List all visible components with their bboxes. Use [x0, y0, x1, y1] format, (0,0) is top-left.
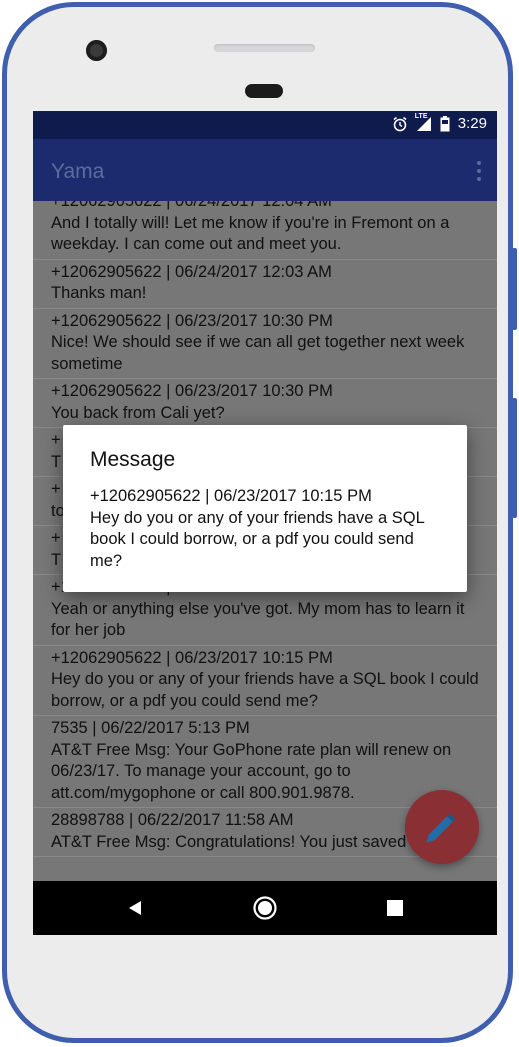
- navigation-bar: [33, 881, 497, 935]
- recents-button[interactable]: [381, 894, 409, 922]
- dialog-header: +12062905622 | 06/23/2017 10:15 PM: [90, 487, 372, 505]
- power-button: [512, 248, 517, 330]
- front-camera: [86, 40, 107, 61]
- message-dialog: Message +12062905622 | 06/23/2017 10:15 …: [63, 425, 467, 592]
- home-icon: [253, 896, 277, 920]
- back-icon: [129, 901, 141, 915]
- phone-frame: LTE 3:29 Yama +12062905622 | 06/24/2017 …: [2, 2, 513, 1043]
- earpiece: [245, 84, 283, 98]
- dialog-title: Message: [90, 448, 176, 471]
- dialog-body: Hey do you or any of your friends have a…: [90, 508, 425, 570]
- back-button[interactable]: [121, 894, 149, 922]
- screen: LTE 3:29 Yama +12062905622 | 06/24/2017 …: [33, 111, 497, 935]
- home-button[interactable]: [251, 894, 279, 922]
- volume-button: [512, 398, 517, 518]
- recents-icon: [387, 900, 403, 916]
- speaker-grille: [214, 44, 315, 52]
- dialog-scrim[interactable]: Message +12062905622 | 06/23/2017 10:15 …: [33, 111, 497, 935]
